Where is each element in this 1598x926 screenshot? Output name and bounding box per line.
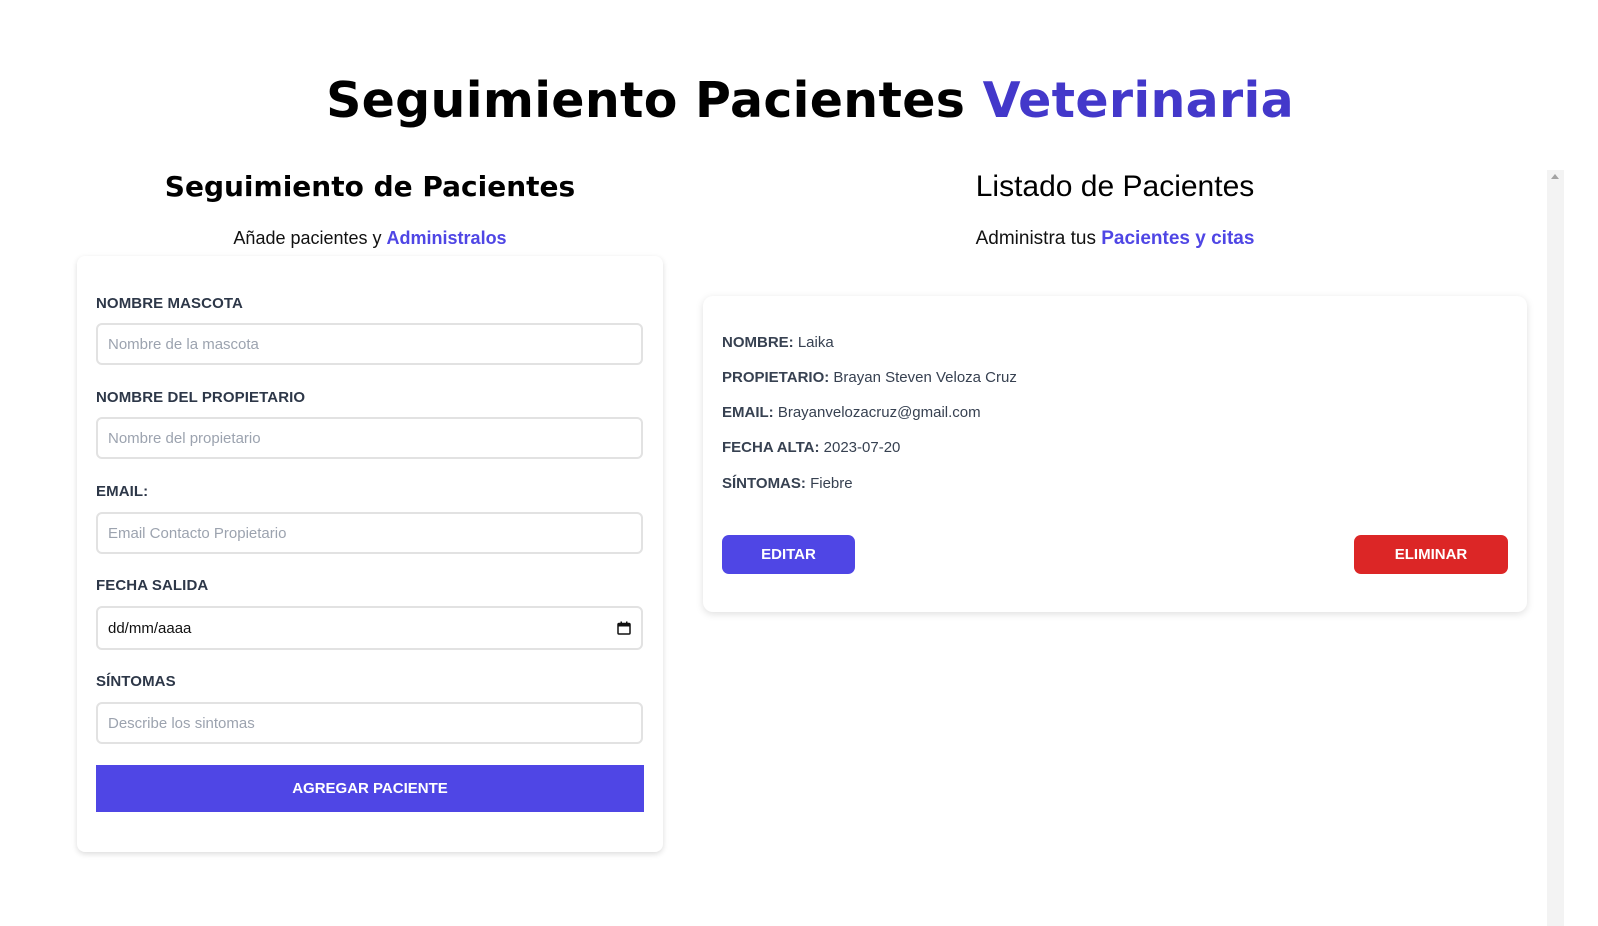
- patient-name-key: NOMBRE:: [722, 334, 794, 351]
- vertical-scrollbar[interactable]: [1547, 170, 1564, 926]
- patient-owner-key: PROPIETARIO:: [722, 369, 830, 386]
- scroll-up-arrow-icon[interactable]: [1551, 174, 1559, 179]
- patient-email-row: EMAIL: Brayanvelozacruz@gmail.com: [722, 404, 981, 421]
- patient-name-row: NOMBRE: Laika: [722, 334, 834, 351]
- pet-name-input[interactable]: [96, 323, 643, 365]
- symptoms-label: SÍNTOMAS: [96, 673, 176, 690]
- list-subtitle-accent: Pacientes y citas: [1101, 228, 1255, 249]
- patient-card: NOMBRE: Laika PROPIETARIO: Brayan Steven…: [703, 296, 1527, 612]
- page-title-main: Seguimiento Pacientes: [326, 72, 966, 129]
- form-subtitle: Añade pacientes y Administralos: [77, 228, 663, 249]
- discharge-date-input[interactable]: dd/mm/aaaa: [96, 606, 643, 650]
- patient-owner-row: PROPIETARIO: Brayan Steven Veloza Cruz: [722, 369, 1017, 386]
- patient-email-key: EMAIL:: [722, 404, 774, 421]
- symptoms-input[interactable]: [96, 702, 643, 744]
- email-input[interactable]: [96, 512, 643, 554]
- patient-symptoms-key: SÍNTOMAS:: [722, 475, 806, 492]
- email-label: EMAIL:: [96, 483, 149, 500]
- form-subtitle-accent: Administralos: [386, 228, 507, 248]
- patient-symptoms-row: SÍNTOMAS: Fiebre: [722, 475, 853, 492]
- calendar-icon[interactable]: [617, 621, 631, 635]
- page-title: Seguimiento Pacientes Veterinaria: [0, 72, 1598, 129]
- form-heading: Seguimiento de Pacientes: [164, 170, 576, 203]
- list-subtitle: Administra tus Pacientes y citas: [703, 228, 1527, 250]
- discharge-date-display: dd/mm/aaaa: [108, 619, 192, 637]
- list-heading: Listado de Pacientes: [975, 170, 1255, 203]
- patient-date-value: 2023-07-20: [823, 439, 901, 456]
- list-subtitle-plain: Administra tus: [975, 228, 1096, 249]
- patient-owner-value: Brayan Steven Veloza Cruz: [833, 369, 1017, 386]
- owner-name-input[interactable]: [96, 417, 643, 459]
- add-patient-button[interactable]: AGREGAR PACIENTE: [96, 765, 644, 812]
- delete-patient-button[interactable]: ELIMINAR: [1354, 535, 1508, 574]
- discharge-date-label: FECHA SALIDA: [96, 577, 209, 594]
- pet-name-label: NOMBRE MASCOTA: [96, 295, 243, 312]
- edit-patient-button[interactable]: EDITAR: [722, 535, 855, 574]
- patient-name-value: Laika: [797, 334, 834, 351]
- owner-name-label: NOMBRE DEL PROPIETARIO: [96, 389, 306, 406]
- patient-email-value: Brayanvelozacruz@gmail.com: [777, 404, 981, 421]
- patient-date-row: FECHA ALTA: 2023-07-20: [722, 439, 900, 456]
- patient-form: NOMBRE MASCOTA NOMBRE DEL PROPIETARIO EM…: [77, 256, 663, 852]
- form-subtitle-plain: Añade pacientes y: [233, 228, 382, 248]
- patient-symptoms-value: Fiebre: [810, 475, 853, 492]
- page-title-accent: Veterinaria: [982, 72, 1294, 129]
- patient-date-key: FECHA ALTA:: [722, 439, 820, 456]
